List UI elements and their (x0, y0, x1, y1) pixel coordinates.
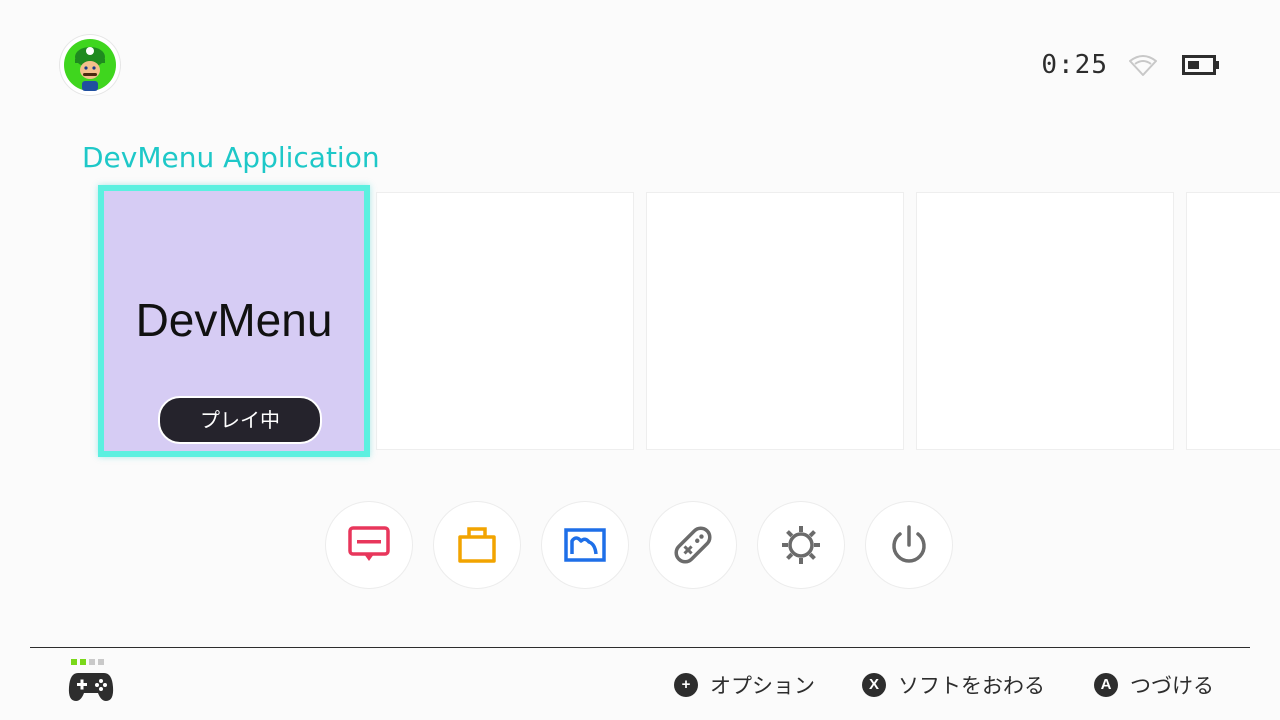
game-tile-name: DevMenu (135, 294, 333, 346)
controller-status[interactable] (68, 657, 118, 707)
player-led (98, 659, 104, 665)
settings-button[interactable] (758, 502, 844, 588)
eshop-button[interactable] (434, 502, 520, 588)
power-icon (892, 525, 926, 563)
close-software-hint-label: ソフトをおわる (898, 674, 1045, 698)
game-tile-empty[interactable] (1187, 193, 1280, 449)
a-button-icon: A (1094, 673, 1118, 697)
now-playing-badge: プレイ中 (158, 396, 322, 444)
game-tile-empty[interactable] (377, 193, 633, 449)
controllers-button[interactable] (650, 502, 736, 588)
game-tile-empty[interactable] (647, 193, 903, 449)
options-hint-label: オプション (710, 674, 815, 698)
footer-divider (30, 647, 1250, 648)
album-icon (564, 528, 606, 562)
close-software-hint[interactable]: X ソフトをおわる (862, 670, 1045, 700)
player-led (71, 659, 77, 665)
player-indicator-leds (71, 659, 104, 665)
x-button-icon: X (862, 673, 886, 697)
controllers-icon (674, 526, 712, 564)
home-screen: 0:25 DevMenu Application DevMenu プレイ中 + … (0, 0, 1280, 720)
game-tile-devmenu[interactable]: DevMenu プレイ中 (98, 185, 370, 457)
plus-button-icon: + (674, 673, 698, 697)
settings-icon (782, 526, 820, 564)
player-led (89, 659, 95, 665)
news-button[interactable] (326, 502, 412, 588)
eshop-icon (458, 527, 496, 563)
options-hint[interactable]: + オプション (674, 670, 815, 700)
game-tile-empty[interactable] (917, 193, 1173, 449)
news-icon (348, 526, 390, 561)
album-button[interactable] (542, 502, 628, 588)
power-button[interactable] (866, 502, 952, 588)
controller-icon (68, 673, 114, 701)
game-tiles-row: DevMenu プレイ中 (0, 0, 1280, 470)
player-led (80, 659, 86, 665)
resume-hint[interactable]: A つづける (1094, 670, 1214, 700)
resume-hint-label: つづける (1130, 674, 1214, 698)
